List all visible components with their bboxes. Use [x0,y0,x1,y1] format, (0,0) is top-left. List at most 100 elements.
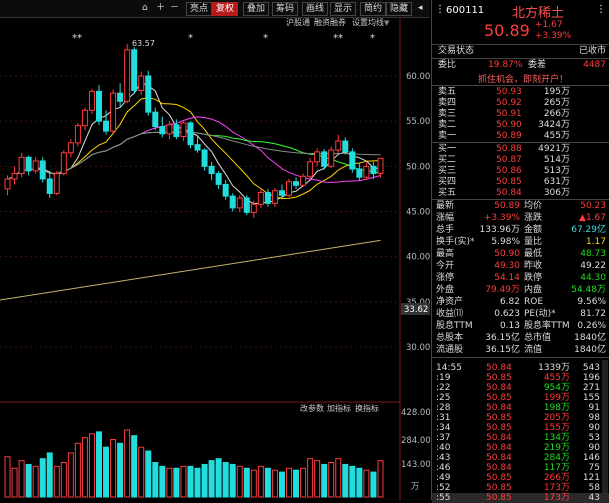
zoom-in-icon[interactable]: ＋ [156,2,165,14]
tick-row: :55 50.85 173万 43 [432,493,609,503]
ask-row: 卖五 50.93 195万 [432,87,609,98]
price-marker: 33.62 [404,305,428,315]
kline-chart-area[interactable]: 沪股通 融资融券 设置均线 ▼ ** * * ** * 63.57 60.00 5… [0,17,431,500]
quote-value: 1.17 [585,237,606,247]
candle-body [356,168,363,178]
candle-body [293,181,300,186]
order-label: 买四 [438,177,457,187]
volume-bar [145,450,152,498]
candle-body [81,109,88,127]
candle-body [39,160,46,180]
candle-body [117,92,124,102]
toolbar-draw-button[interactable]: 画线 [302,2,329,16]
volume-bar [4,456,11,498]
lock-icon[interactable]: ⌂ [142,2,148,14]
tick-count: 98 [588,413,600,423]
candle-body [60,152,67,175]
tick-count: 91 [588,403,600,413]
tick-price: 50.84 [486,463,512,473]
candle-body [250,203,257,213]
toolbar-display-button[interactable]: 显示 [330,2,357,16]
toolbar-hide-button[interactable]: 隐藏 [386,2,413,16]
toolbar-chips-button[interactable]: 筹码 [272,2,299,16]
quote-value: 50.90 [494,249,520,259]
more-icon[interactable]: ◂ [418,2,423,14]
high-price-label: 63.57 [132,39,155,48]
volume-bar [257,465,264,498]
volume-bars [4,429,384,498]
volume-bar [335,458,342,498]
quote-value: 0.13 [499,321,520,331]
quote-value: ▲1.67 [579,213,606,223]
toolbar-highlight-button[interactable]: 亮点 [186,2,213,16]
open-account-banner[interactable]: 抓住机会，即刻开户！ [478,72,569,86]
tick-count: 53 [588,433,600,443]
candle-body [53,173,60,194]
candle-body [243,197,250,213]
candle-body [145,75,152,113]
tab-hsgt[interactable]: 沪股通 [286,17,310,27]
quote-label: 流值 [524,345,543,355]
chevron-down-icon[interactable]: ▼ [384,19,390,27]
tab-add-indicator[interactable]: 加指标 [327,403,351,413]
toolbar-overlay-button[interactable]: 叠加 [243,2,270,16]
candle-body [321,151,328,167]
tick-row: :25 50.85 199万 155 [432,393,609,403]
order-volume: 514万 [543,155,570,165]
more-icon[interactable]: ⋮ [596,4,606,15]
tick-price: 50.85 [486,483,512,493]
volume-bar [321,463,328,498]
volume-bar [180,465,187,498]
quote-value: 49.30 [494,261,520,271]
quote-label: 最新 [436,201,455,211]
quote-value: 9.56% [577,297,606,307]
zoom-out-icon[interactable]: － [170,2,179,14]
volume-bar [60,462,67,498]
order-label: 卖四 [438,98,457,108]
tick-volume: 1339万 [538,363,570,373]
quote-value: 1840亿 [574,333,606,343]
tick-volume: 155万 [543,423,570,433]
event-mark[interactable]: ** [333,33,343,44]
toolbar-adjust-button[interactable]: 复权 [212,2,239,16]
price-axis-label: 60.00 [406,72,430,82]
event-mark[interactable]: * [188,33,193,44]
price-axis-label: 30.00 [406,343,430,353]
event-mark[interactable]: * [370,33,375,44]
tab-change-params[interactable]: 改参数 [300,403,324,413]
tab-swap-indicator[interactable]: 换指标 [355,403,379,413]
tick-price: 50.84 [486,403,512,413]
tick-count: 43 [588,493,600,503]
quote-row: 涨停 54.14 跌停 44.30 [432,273,609,284]
event-mark[interactable]: * [263,33,268,44]
menu-icon[interactable]: ⋮ [435,4,445,15]
candle-body [4,178,11,190]
tick-time: :49 [436,473,451,483]
volume-bar [278,471,285,498]
tab-set-ma[interactable]: 设置均线 [352,17,384,27]
tick-row: :49 50.85 266万 121 [432,473,609,483]
price-axis-label: 55.00 [406,117,430,127]
quote-value: 36.15亿 [485,345,520,355]
toolbar-simple-button[interactable]: 简约 [360,2,387,16]
volume-bar [222,462,229,498]
quote-label: 最高 [436,249,455,259]
candle-body [342,140,349,153]
tick-row: :46 50.84 117万 75 [432,463,609,473]
tick-count: 196 [582,373,600,383]
quote-row: 最新 50.89 均价 50.23 [432,201,609,212]
tab-margin[interactable]: 融资融券 [314,17,346,27]
volume-bar [88,433,95,498]
candle-body [96,90,102,122]
ask-row: 卖四 50.92 265万 [432,98,609,109]
candle-body [159,126,166,135]
tick-price: 50.85 [486,393,512,403]
tick-count: 58 [588,483,600,493]
bid-row: 买二 50.87 514万 [432,155,609,166]
tick-row: :40 50.84 219万 90 [432,443,609,453]
quote-value: 79.49万 [485,285,520,295]
candlesticks [4,43,384,218]
chart-toolbar: ⌂ ＋ － 亮点 复权 叠加 筹码 画线 显示 简约 隐藏 ◂ [0,0,430,18]
event-mark[interactable]: ** [72,33,82,44]
candle-body [173,124,180,138]
